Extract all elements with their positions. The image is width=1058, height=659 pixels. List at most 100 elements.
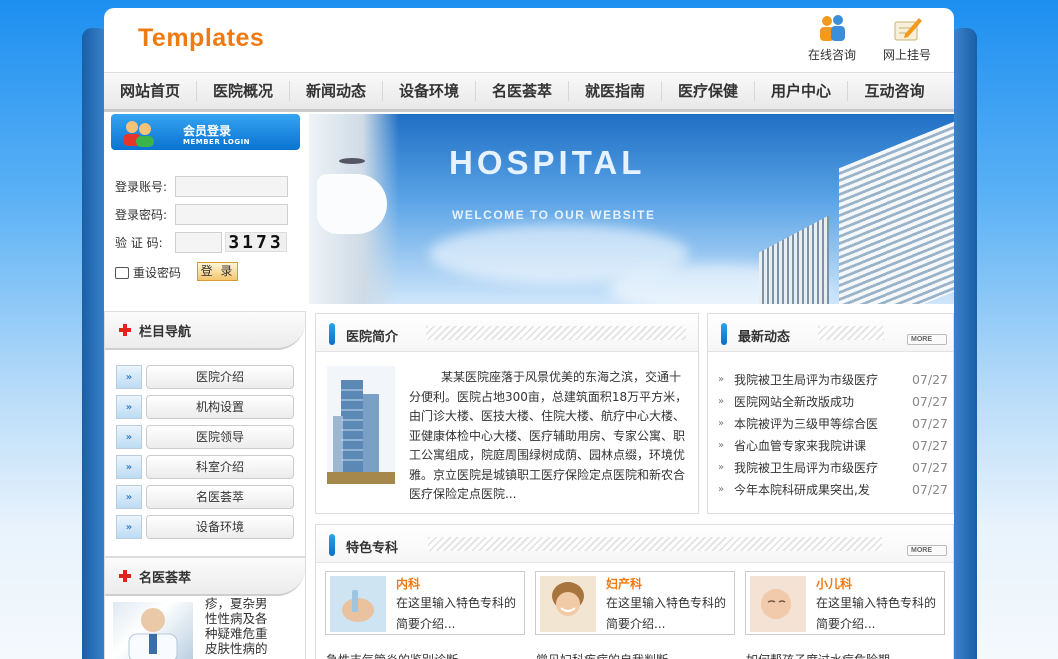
news-item[interactable]: » 今年本院科研成果突出,发 07/27 [718, 478, 948, 500]
news-item-date: 07/27 [911, 459, 948, 475]
section-marker-icon [329, 534, 335, 556]
account-input[interactable] [175, 175, 288, 197]
online-register-link[interactable]: 网上挂号 [872, 12, 942, 63]
specialty-article-link[interactable]: 如何帮孩子度过水痘危险期 [746, 651, 954, 659]
specialty-article-link[interactable]: 常见妇科疾病的自我判断 [536, 651, 746, 659]
column-nav-title: 栏目导航 [139, 324, 192, 340]
doctor-description: 疹，夏杂男性性病及各种疑难危重皮肤性病的 [205, 596, 268, 656]
nav-item-overview[interactable]: 医院概况 [197, 81, 290, 101]
reset-password-link[interactable]: 重设密码 [115, 264, 181, 281]
main-nav: 网站首页 医院概况 新闻动态 设备环境 名医荟萃 就医指南 医疗保健 用户中心 … [104, 72, 954, 112]
site-header: Templates 在线咨询 网上挂号 [104, 8, 954, 72]
captcha-row: 验 证 码: 3173 [115, 231, 287, 253]
news-item[interactable]: » 本院被评为三级甲等综合医 07/27 [718, 412, 948, 434]
red-cross-icon [119, 570, 131, 582]
specialty-desc: 在这里输入特色专科的简要介绍... [816, 596, 937, 631]
double-arrow-icon: » [116, 365, 142, 389]
section-marker-icon [329, 323, 335, 345]
login-button[interactable]: 登 录 [197, 262, 238, 281]
side-nav-label: 名医荟萃 [146, 485, 294, 509]
login-subtitle: MEMBER LOGIN [183, 138, 251, 146]
double-chevron-icon: » [718, 373, 725, 385]
side-nav-item[interactable]: » 科室介绍 [116, 454, 305, 480]
side-nav-item[interactable]: » 机构设置 [116, 394, 305, 420]
specialty-card-obgyn[interactable]: 妇产科 在这里输入特色专科的简要介绍... [535, 571, 735, 635]
specialty-name: 内科 [396, 577, 421, 591]
double-arrow-icon: » [116, 485, 142, 509]
intro-title: 医院简介 [346, 330, 399, 345]
nav-item-healthcare[interactable]: 医疗保健 [662, 81, 755, 101]
double-chevron-icon: » [718, 461, 725, 473]
captcha-label: 验 证 码: [115, 235, 163, 250]
column-nav-list: » 医院介绍 » 机构设置 » 医院领导 » 科室介绍 » 名医荟萃 » 设备环… [105, 350, 305, 540]
side-nav-item[interactable]: » 医院领导 [116, 424, 305, 450]
column-nav-header: 栏目导航 [105, 312, 305, 350]
header-stripes [426, 326, 686, 340]
account-label: 登录账号: [115, 179, 168, 194]
column-nav-panel: 栏目导航 » 医院介绍 » 机构设置 » 医院领导 » 科室介绍 » 名医荟萃 [104, 311, 306, 557]
password-input[interactable] [175, 203, 288, 225]
doctors-header: 名医荟萃 [105, 558, 305, 596]
online-consult-link[interactable]: 在线咨询 [797, 12, 867, 63]
news-item[interactable]: » 省心血管专家来我院讲课 07/27 [718, 434, 948, 456]
news-item[interactable]: » 我院被卫生局评为市级医疗 07/27 [718, 368, 948, 390]
specialty-card-pediatrics[interactable]: 小儿科 在这里输入特色专科的简要介绍... [745, 571, 945, 635]
specialty-article-link[interactable]: 急性支气管炎的鉴别诊断 [326, 651, 536, 659]
news-item[interactable]: » 医院网站全新改版成功 07/27 [718, 390, 948, 412]
specialties-more-button[interactable]: MORE [907, 545, 947, 556]
nav-item-doctors[interactable]: 名医荟萃 [476, 81, 569, 101]
building-image-small [759, 215, 829, 304]
specialty-desc: 在这里输入特色专科的简要介绍... [396, 596, 517, 631]
intro-text: 某某医院座落于风景优美的东海之滨，交通十分便利。医院占地300亩，总建筑面积18… [409, 370, 688, 501]
specialty-name: 小儿科 [816, 577, 853, 591]
obgyn-photo [540, 576, 596, 632]
double-chevron-icon: » [718, 439, 725, 451]
side-nav-item[interactable]: » 医院介绍 [116, 364, 305, 390]
nav-item-equipment[interactable]: 设备环境 [383, 81, 476, 101]
online-consult-label: 在线咨询 [807, 48, 856, 62]
latest-news-panel: 最新动态 MORE » 我院被卫生局评为市级医疗 07/27 » 医院网站全新改… [707, 313, 954, 514]
nav-item-home[interactable]: 网站首页 [104, 81, 197, 101]
news-title: 最新动态 [738, 330, 791, 345]
specialty-card-internal[interactable]: 内科 在这里输入特色专科的简要介绍... [325, 571, 525, 635]
news-more-button[interactable]: MORE [907, 334, 947, 345]
news-item-date: 07/27 [911, 393, 948, 409]
doctor-eye [339, 158, 365, 164]
specialties-header: 特色专科 MORE [316, 525, 953, 563]
site-logo[interactable]: Templates [138, 24, 264, 53]
pen-icon [891, 12, 923, 44]
captcha-image[interactable]: 3173 [225, 232, 287, 252]
password-row: 登录密码: [115, 203, 288, 225]
doctor-photo[interactable] [113, 602, 193, 659]
hospital-banner: HOSPITAL WELCOME TO OUR WEBSITE [309, 114, 954, 304]
intro-header: 医院简介 [316, 314, 698, 352]
login-title: 会员登录 [183, 124, 232, 138]
hospital-building-photo[interactable] [327, 366, 395, 484]
side-nav-label: 机构设置 [146, 395, 294, 419]
double-arrow-icon: » [116, 425, 142, 449]
red-cross-icon [119, 324, 131, 336]
news-list: » 我院被卫生局评为市级医疗 07/27 » 医院网站全新改版成功 07/27 … [718, 368, 948, 500]
news-item[interactable]: » 我院被卫生局评为市级医疗 07/27 [718, 456, 948, 478]
news-item-title: 我院被卫生局评为市级医疗 [734, 460, 879, 475]
side-nav-label: 科室介绍 [146, 455, 294, 479]
side-nav-label: 医院领导 [146, 425, 294, 449]
side-nav-item[interactable]: » 名医荟萃 [116, 484, 305, 510]
news-item-date: 07/27 [911, 437, 948, 453]
news-item-title: 本院被评为三级甲等综合医 [734, 416, 879, 431]
hospital-intro-panel: 医院简介 某某医院座落于风景优美的东海之滨，交通十分便利。医院占地300亩，总建… [315, 313, 699, 514]
nav-item-consult[interactable]: 互动咨询 [848, 81, 941, 101]
header-stripes [428, 537, 882, 551]
building-image-large [839, 119, 954, 304]
password-label: 登录密码: [115, 207, 168, 222]
side-nav-item[interactable]: » 设备环境 [116, 514, 305, 540]
nav-item-guide[interactable]: 就医指南 [569, 81, 662, 101]
pediatrics-photo [750, 576, 806, 632]
news-item-date: 07/27 [911, 481, 948, 497]
nav-item-news[interactable]: 新闻动态 [290, 81, 383, 101]
people-icon [816, 12, 848, 44]
captcha-input[interactable] [175, 231, 222, 253]
news-header: 最新动态 MORE [708, 314, 953, 352]
double-arrow-icon: » [116, 395, 142, 419]
nav-item-user-center[interactable]: 用户中心 [755, 81, 848, 101]
